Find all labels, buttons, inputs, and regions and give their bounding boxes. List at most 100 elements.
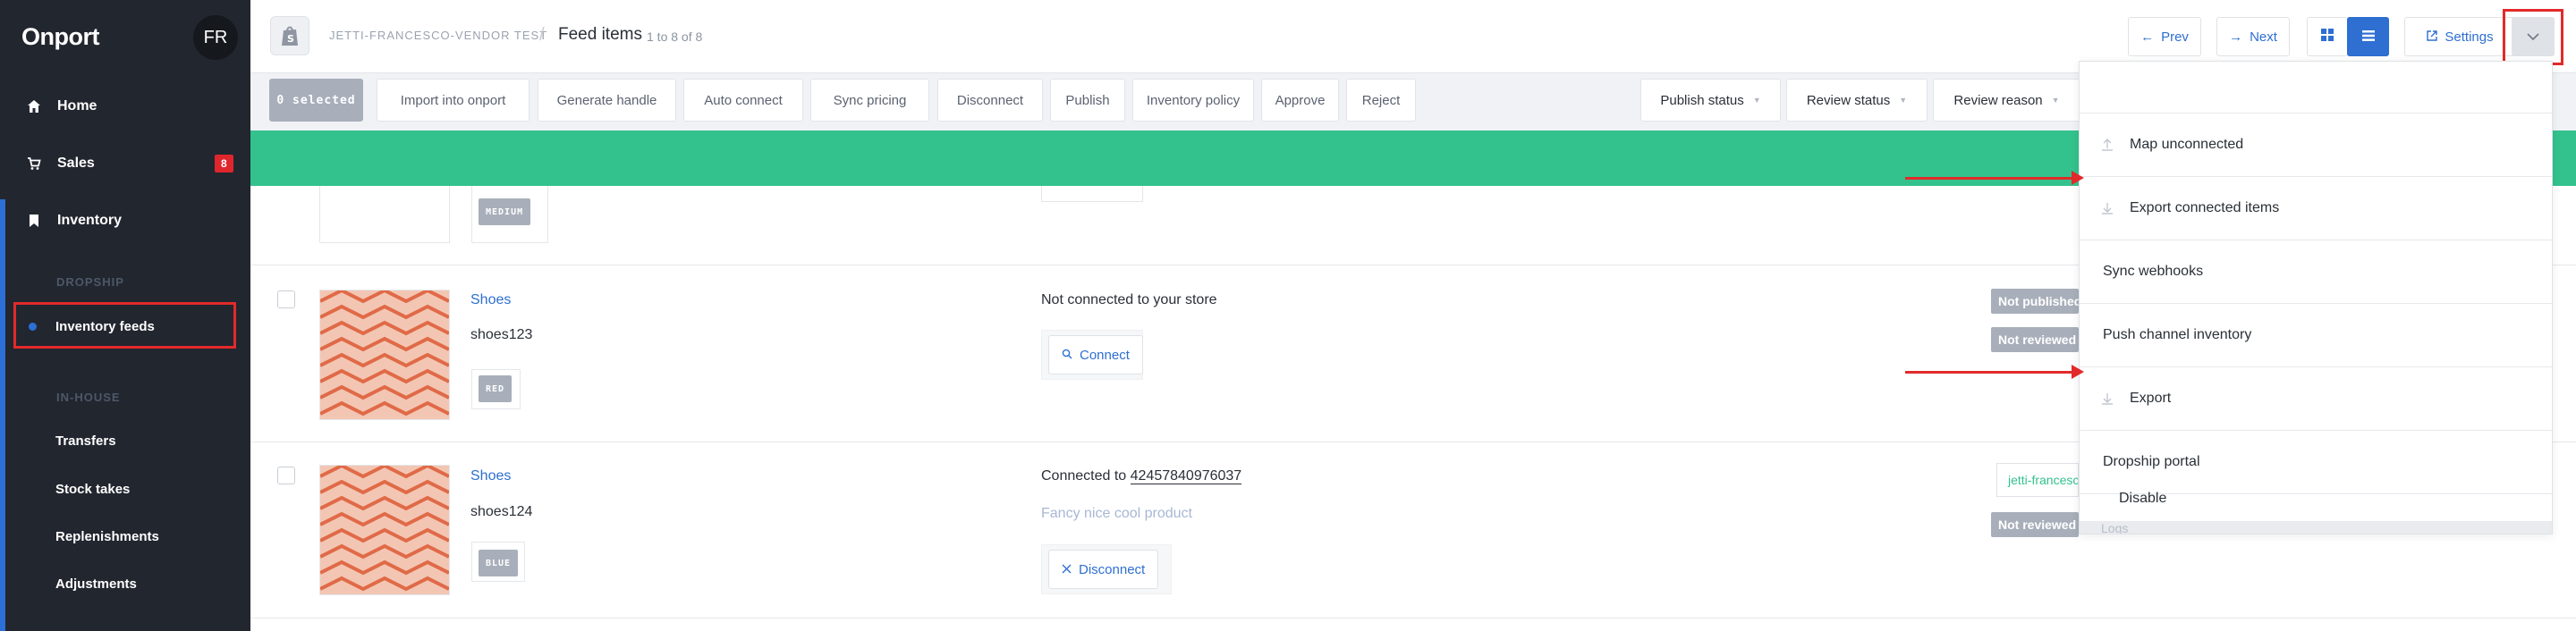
disconnect-button[interactable]: Disconnect <box>937 79 1043 122</box>
sidebar-item-sales[interactable]: Sales <box>0 144 250 183</box>
product-thumbnail <box>319 186 450 243</box>
brand-logo[interactable]: Onport <box>21 23 99 51</box>
connected-product-id-link[interactable]: 42457840976037 <box>1130 468 1242 484</box>
connected-product-link[interactable]: Fancy nice cool product <box>1041 506 1192 522</box>
breadcrumb-store[interactable]: JETTI-FRANCESCO-VENDOR TEST <box>329 29 547 42</box>
shopify-logo-icon: S <box>270 16 309 55</box>
prev-label: Prev <box>2161 29 2189 45</box>
review-reason-filter[interactable]: Review reason ▼ <box>1933 79 2080 122</box>
menu-item-push-channel-inventory[interactable]: Push channel inventory <box>2080 304 2552 367</box>
section-label-dropship: DROPSHIP <box>56 275 124 289</box>
import-into-onport-button[interactable]: Import into onport <box>377 79 530 122</box>
approve-button[interactable]: Approve <box>1261 79 1339 122</box>
product-sku: shoes123 <box>470 327 533 342</box>
review-status-badge: Not reviewed <box>1991 327 2079 352</box>
variant-tag: MEDIUM <box>479 198 531 225</box>
annotation-arrow-icon <box>1905 365 2084 379</box>
next-label: Next <box>2250 29 2277 45</box>
highlight-box <box>13 302 236 349</box>
action-wrapper <box>1041 186 1143 202</box>
external-link-icon <box>2427 29 2438 45</box>
sidebar-item-label: Sales <box>57 156 95 171</box>
connection-status: Connected to 42457840976037 <box>1041 468 1242 484</box>
filter-label: Review reason <box>1953 92 2043 108</box>
caret-down-icon: ▼ <box>2051 96 2060 105</box>
sidebar-item-inventory[interactable]: Inventory <box>0 201 250 240</box>
product-name-link[interactable]: Shoes <box>470 292 511 308</box>
search-icon <box>1062 348 1072 363</box>
menu-item-label: Dropship portal <box>2103 454 2200 469</box>
store-link[interactable]: jetti-francesco <box>1996 463 2079 497</box>
menu-item-map-unconnected[interactable]: Map unconnected <box>2080 114 2552 177</box>
menu-item-sync-webhooks[interactable]: Sync webhooks <box>2080 240 2552 304</box>
product-thumbnail[interactable] <box>319 288 450 420</box>
connection-status: Not connected to your store <box>1041 292 1217 307</box>
connect-button[interactable]: Connect <box>1048 335 1143 374</box>
grid-icon <box>2321 29 2334 45</box>
filter-label: Publish status <box>1660 92 1744 108</box>
sidebar-item-label: Home <box>57 98 97 114</box>
settings-label: Settings <box>2445 29 2494 45</box>
sidebar-item-adjustments[interactable]: Adjustments <box>0 564 250 603</box>
list-view-button[interactable] <box>2347 17 2389 56</box>
row-checkbox[interactable] <box>277 467 295 484</box>
bookmark-icon <box>25 214 43 228</box>
menu-item-export[interactable]: Export <box>2080 367 2552 431</box>
page-title: Feed items <box>558 25 642 44</box>
disconnect-label: Disconnect <box>1079 561 1146 577</box>
arrow-left-icon: ← <box>2140 29 2155 45</box>
grid-view-button[interactable] <box>2307 17 2348 56</box>
review-status-filter[interactable]: Review status ▼ <box>1786 79 1928 122</box>
sidebar-item-label: Inventory <box>57 213 123 228</box>
disconnect-row-button[interactable]: Disconnect <box>1048 550 1159 589</box>
menu-item-disable[interactable]: Disable <box>2080 491 2552 521</box>
shoe-pattern-image <box>319 463 450 594</box>
upload-icon <box>2101 138 2119 152</box>
list-icon <box>2361 29 2375 45</box>
menu-item-label: Export connected items <box>2130 200 2280 215</box>
product-name-link[interactable]: Shoes <box>470 468 511 484</box>
product-thumbnail[interactable] <box>319 463 450 595</box>
row-checkbox[interactable] <box>277 290 295 308</box>
menu-item-label: Export <box>2130 391 2172 406</box>
dropdown-spacer <box>2080 62 2552 114</box>
pagination-count: 1 to 8 of 8 <box>647 29 703 44</box>
publish-status-filter[interactable]: Publish status ▼ <box>1640 79 1781 122</box>
settings-button[interactable]: Settings <box>2404 17 2516 56</box>
variant-tag: RED <box>479 375 513 402</box>
sync-pricing-button[interactable]: Sync pricing <box>810 79 929 122</box>
shoe-pattern-image <box>319 288 450 419</box>
close-icon <box>1062 562 1072 577</box>
variant-tag: BLUE <box>479 550 519 576</box>
sidebar-item-label: Replenishments <box>55 528 159 544</box>
menu-item-label: Map unconnected <box>2130 137 2244 152</box>
caret-down-icon: ▼ <box>1752 96 1761 105</box>
sidebar-item-stock-takes[interactable]: Stock takes <box>0 469 250 509</box>
menu-item-logs[interactable]: Logs <box>2080 521 2552 534</box>
sidebar-item-home[interactable]: Home <box>0 87 250 126</box>
generate-handle-button[interactable]: Generate handle <box>538 79 676 122</box>
menu-item-dropship-portal[interactable]: Dropship portal <box>2080 431 2552 494</box>
publish-button[interactable]: Publish <box>1050 79 1125 122</box>
menu-item-export-connected-items[interactable]: Export connected items <box>2080 177 2552 240</box>
review-status-badge: Not reviewed <box>1991 512 2079 537</box>
arrow-right-icon: → <box>2229 29 2243 45</box>
inventory-policy-button[interactable]: Inventory policy <box>1132 79 1254 122</box>
product-sku: shoes124 <box>470 504 533 519</box>
menu-item-label: Sync webhooks <box>2103 264 2204 279</box>
sidebar-item-replenishments[interactable]: Replenishments <box>0 517 250 556</box>
auto-connect-button[interactable]: Auto connect <box>683 79 803 122</box>
sidebar-item-label: Adjustments <box>55 576 137 592</box>
avatar[interactable]: FR <box>193 15 238 60</box>
sidebar-item-transfers[interactable]: Transfers <box>0 421 250 460</box>
breadcrumb-separator: / <box>539 25 545 45</box>
selected-count-button[interactable]: 0 selected <box>269 79 363 122</box>
reject-button[interactable]: Reject <box>1346 79 1416 122</box>
prev-button[interactable]: ← Prev <box>2128 17 2201 56</box>
highlight-box <box>2503 9 2563 65</box>
connect-label: Connect <box>1080 347 1130 363</box>
menu-item-label: Disable <box>2119 491 2167 506</box>
next-button[interactable]: → Next <box>2216 17 2290 56</box>
cart-icon <box>25 156 43 171</box>
annotation-arrow-icon <box>1905 171 2084 185</box>
